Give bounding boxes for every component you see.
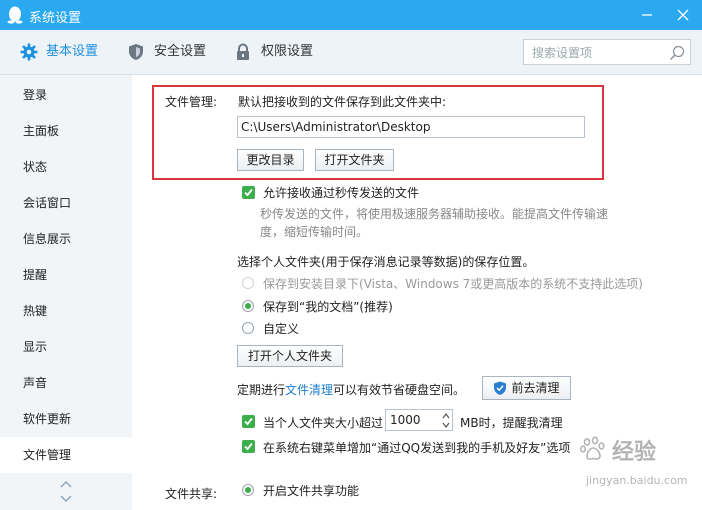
context-menu-label: 在系统右键菜单增加“通过QQ发送到我的手机及好友”选项	[263, 441, 571, 455]
checkmark-icon	[244, 188, 253, 197]
search-icon[interactable]	[669, 45, 685, 61]
close-icon	[677, 9, 689, 21]
context-menu-checkbox[interactable]	[242, 440, 255, 453]
custom-location-radio[interactable]	[242, 322, 254, 334]
tab-permission-settings[interactable]: 权限设置	[235, 30, 325, 74]
sidebar-item-hotkeys[interactable]: 热键	[0, 293, 132, 329]
sidebar-item-login[interactable]: 登录	[0, 77, 132, 113]
size-limit-value[interactable]: 1000	[390, 410, 421, 430]
default-save-description: 默认把接收到的文件保存到此文件夹中:	[238, 95, 447, 109]
file-management-section-label: 文件管理:	[165, 95, 218, 109]
close-button[interactable]	[668, 3, 698, 27]
gear-icon	[20, 43, 38, 61]
watermark-text-en: jingyan.baidu.com	[586, 474, 688, 487]
change-directory-button[interactable]: 更改目录	[237, 149, 304, 171]
size-limit-checkbox[interactable]	[242, 415, 255, 428]
settings-sidebar: 登录 主面板 状态 会话窗口 信息展示 提醒 热键 显示 声音 软件更新 文件管…	[0, 75, 132, 510]
sidebar-item-chat-window[interactable]: 会话窗口	[0, 185, 132, 221]
stepper-up-icon[interactable]	[442, 412, 450, 420]
save-to-my-documents-radio[interactable]	[242, 300, 254, 312]
save-to-my-documents-label: 保存到“我的文档”(推荐)	[263, 300, 393, 314]
enable-file-sharing-radio[interactable]	[242, 484, 254, 496]
open-personal-folder-button[interactable]: 打开个人文件夹	[237, 345, 343, 367]
sidebar-scroll-up-icon[interactable]	[60, 479, 72, 489]
sidebar-item-file-management[interactable]: 文件管理	[0, 437, 132, 473]
tab-security-settings[interactable]: 安全设置	[128, 30, 218, 74]
settings-toolbar: 基本设置 安全设置 权限设置	[0, 30, 702, 75]
open-folder-button[interactable]: 打开文件夹	[315, 149, 394, 171]
minimize-icon	[642, 14, 652, 16]
sidebar-scroll-down-icon[interactable]	[60, 494, 72, 504]
checkmark-icon	[244, 442, 253, 451]
search-input[interactable]	[530, 44, 669, 62]
sidebar-item-info-display[interactable]: 信息展示	[0, 221, 132, 257]
baidu-paw-icon	[580, 436, 605, 460]
baidu-jingyan-watermark: 经验 jingyan.baidu.com	[580, 432, 692, 496]
allow-flash-transfer-checkbox[interactable]	[242, 186, 255, 199]
save-to-install-dir-radio	[242, 277, 254, 289]
file-cleanup-link[interactable]: 文件清理	[285, 383, 333, 397]
title-bar: 系统设置	[0, 0, 702, 30]
allow-flash-transfer-label: 允许接收通过秒传发送的文件	[263, 186, 420, 200]
personal-folder-description: 选择个人文件夹(用于保存消息记录等数据)的保存位置。	[237, 255, 535, 269]
sidebar-item-display[interactable]: 显示	[0, 329, 132, 365]
tab-basic-settings[interactable]: 基本设置	[20, 30, 110, 74]
shield-icon	[129, 44, 143, 60]
sidebar-item-status[interactable]: 状态	[0, 149, 132, 185]
go-cleanup-button[interactable]: 前去清理	[482, 376, 571, 400]
file-sharing-section-label: 文件共享:	[165, 487, 218, 501]
lock-icon	[237, 43, 249, 60]
window-title: 系统设置	[29, 11, 82, 26]
flash-transfer-description-line1: 秒传发送的文件，将使用极速服务器辅助接收。能提高文件传输速	[260, 207, 609, 221]
enable-file-sharing-label: 开启文件共享功能	[263, 484, 360, 498]
save-to-install-dir-label: 保存到安装目录下(Vista、Windows 7或更高版本的系统不支持此选项)	[263, 277, 643, 291]
checkmark-icon	[244, 417, 253, 426]
size-limit-stepper[interactable]: 1000	[385, 409, 453, 431]
size-limit-suffix: MB时，提醒我清理	[460, 416, 563, 430]
stepper-down-icon[interactable]	[442, 421, 450, 429]
watermark-text-cn: 经验	[612, 440, 657, 465]
shield-check-icon	[494, 381, 506, 395]
cleanup-hint: 定期进行文件清理可以有效节省硬盘空间。	[237, 383, 466, 397]
sidebar-item-sound[interactable]: 声音	[0, 365, 132, 401]
sidebar-item-software-update[interactable]: 软件更新	[0, 401, 132, 437]
sidebar-item-reminders[interactable]: 提醒	[0, 257, 132, 293]
flash-transfer-description-line2: 度，缩短传输时间。	[260, 225, 369, 239]
minimize-button[interactable]	[632, 3, 662, 27]
sidebar-item-main-panel[interactable]: 主面板	[0, 113, 132, 149]
custom-location-label: 自定义	[263, 322, 300, 336]
qq-penguin-icon	[7, 6, 23, 24]
settings-search-box[interactable]	[523, 39, 691, 65]
save-path-field[interactable]: C:\Users\Administrator\Desktop	[237, 116, 585, 138]
size-limit-label: 当个人文件夹大小超过	[263, 416, 384, 430]
